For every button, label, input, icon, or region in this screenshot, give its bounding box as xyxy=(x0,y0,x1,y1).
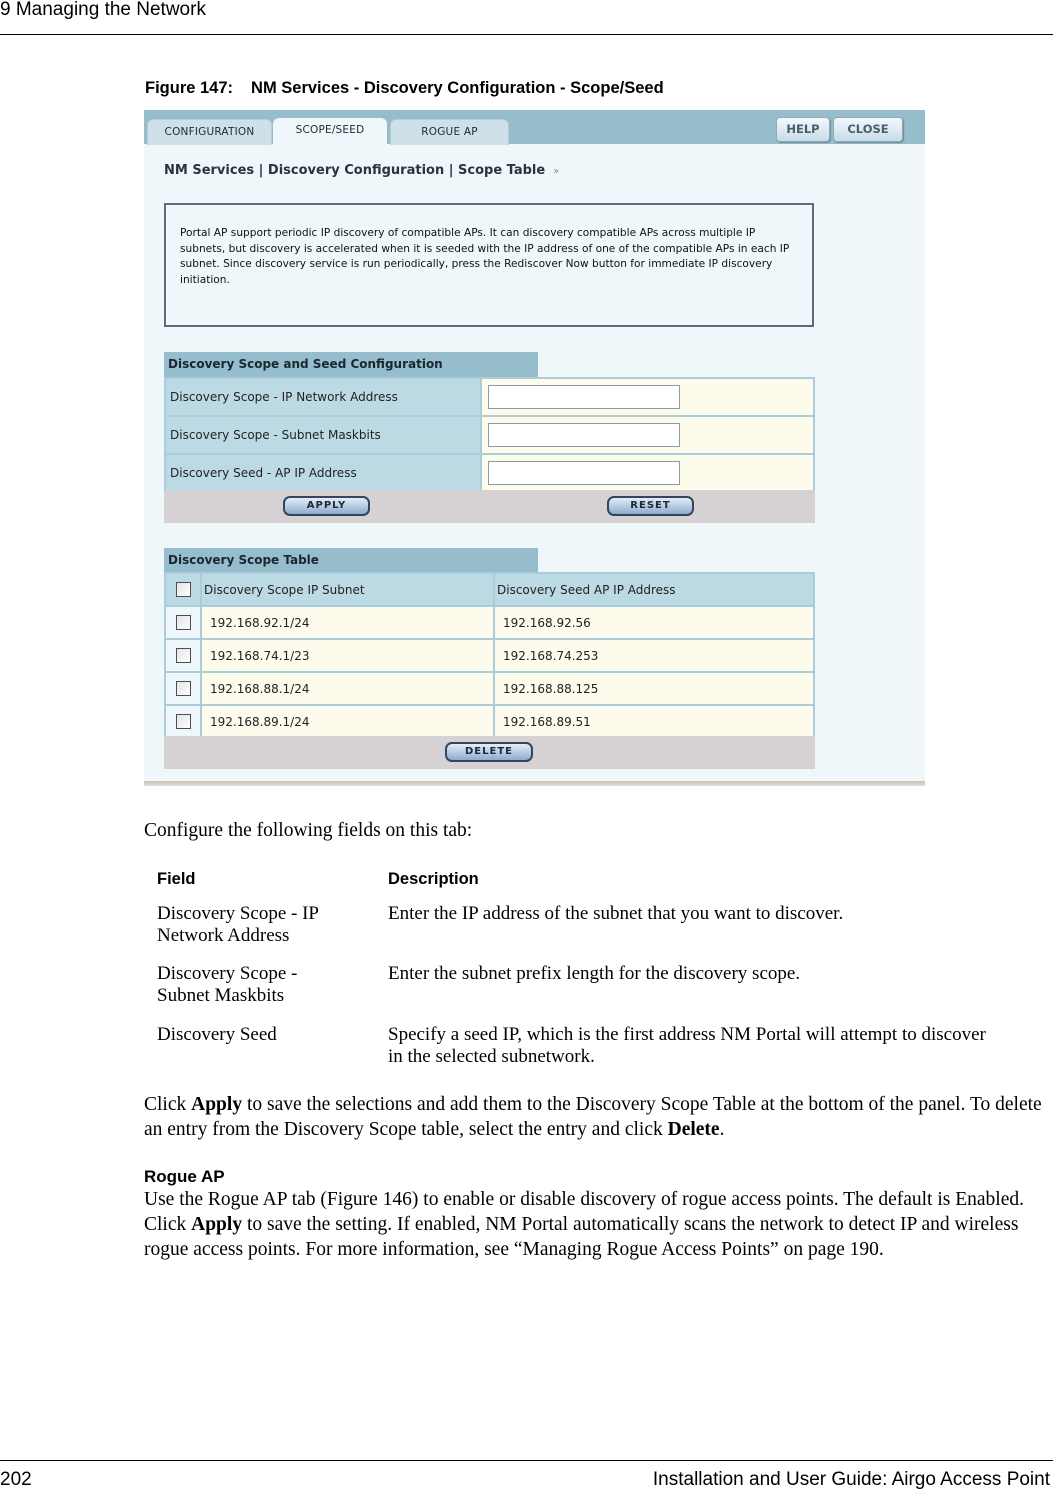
figure-title: NM Services - Discovery Configuration - … xyxy=(251,79,664,97)
table-row: 192.168.74.1/23 192.168.74.253 xyxy=(164,638,815,673)
footer-title: Installation and User Guide: Airgo Acces… xyxy=(652,1469,1050,1490)
page-number: 202 xyxy=(0,1469,32,1490)
table-header-row: Discovery Scope IP Subnet Discovery Seed… xyxy=(164,572,815,607)
field-description: Enter the IP address of the subnet that … xyxy=(388,903,844,924)
info-text: Portal AP support periodic IP discovery … xyxy=(180,227,790,286)
bold-apply: Apply xyxy=(191,1214,243,1235)
config-form: Discovery Scope - IP Network Address Dis… xyxy=(164,377,815,493)
column-header-subnet: Discovery Scope IP Subnet xyxy=(200,572,495,607)
field-name: Discovery Scope - Subnet Maskbits xyxy=(157,963,298,1006)
seed-cell: 192.168.92.56 xyxy=(493,605,815,640)
tab-scope-seed[interactable]: SCOPE/SEED xyxy=(273,118,387,144)
panel-bottom-edge xyxy=(144,781,925,786)
column-header-seed: Discovery Seed AP IP Address xyxy=(493,572,815,607)
footer-rule xyxy=(0,1460,1053,1461)
running-header: 9 Managing the Network xyxy=(0,0,206,20)
seed-ap-ip-input[interactable] xyxy=(488,461,680,485)
subnet-cell: 192.168.74.1/23 xyxy=(200,638,495,673)
scope-table: Discovery Scope IP Subnet Discovery Seed… xyxy=(164,572,815,739)
scope-table-title: Discovery Scope Table xyxy=(164,548,538,574)
field-description: Specify a seed IP, which is the first ad… xyxy=(388,1024,986,1067)
apply-button[interactable]: APPLY xyxy=(283,496,370,516)
help-button[interactable]: HELP xyxy=(776,117,830,142)
row-checkbox[interactable] xyxy=(175,681,191,696)
seed-cell: 192.168.89.51 xyxy=(493,704,815,739)
form-row-ip-network: Discovery Scope - IP Network Address xyxy=(164,377,815,417)
breadcrumb-text: NM Services | Discovery Configuration | … xyxy=(164,163,546,178)
subnet-cell: 192.168.92.1/24 xyxy=(200,605,495,640)
tab-bar: CONFIGURATION SCOPE/SEED ROGUE AP HELP C… xyxy=(144,110,925,145)
config-button-bar: APPLY RESET xyxy=(164,490,815,523)
header-rule xyxy=(0,34,1053,35)
text-run: . xyxy=(719,1119,725,1140)
seed-cell: 192.168.88.125 xyxy=(493,671,815,706)
table-row: 192.168.88.1/24 192.168.88.125 xyxy=(164,671,815,706)
form-row-maskbits: Discovery Scope - Subnet Maskbits xyxy=(164,415,815,455)
figure-number: Figure 147: xyxy=(145,79,234,97)
config-section-title: Discovery Scope and Seed Configuration xyxy=(164,352,538,378)
field-label: Discovery Seed - AP IP Address xyxy=(164,453,482,493)
field-name: Discovery Seed xyxy=(157,1024,277,1045)
rogue-ap-heading: Rogue AP xyxy=(144,1167,225,1186)
apply-delete-paragraph: Click Apply to save the selections and a… xyxy=(144,1092,1049,1142)
bold-delete: Delete xyxy=(667,1119,720,1140)
bold-apply: Apply xyxy=(191,1094,243,1115)
field-label: Discovery Scope - IP Network Address xyxy=(164,377,482,417)
description-header: Description xyxy=(388,870,479,888)
row-checkbox[interactable] xyxy=(175,714,191,729)
field-header: Field xyxy=(157,870,196,888)
field-description: Enter the subnet prefix length for the d… xyxy=(388,963,801,984)
subnet-maskbits-input[interactable] xyxy=(488,423,680,447)
field-name: Discovery Scope - IP Network Address xyxy=(157,903,319,946)
info-box: Portal AP support periodic IP discovery … xyxy=(164,203,814,327)
field-label: Discovery Scope - Subnet Maskbits xyxy=(164,415,482,455)
table-row: 192.168.89.1/24 192.168.89.51 xyxy=(164,704,815,739)
text-run: to save the setting. If enabled, NM Port… xyxy=(144,1214,1019,1260)
row-checkbox[interactable] xyxy=(175,615,191,630)
text-run: to save the selections and add them to t… xyxy=(144,1094,1042,1140)
intro-text: Configure the following fields on this t… xyxy=(144,820,473,841)
ip-network-address-input[interactable] xyxy=(488,385,680,409)
tab-configuration[interactable]: CONFIGURATION xyxy=(147,119,272,145)
table-row: 192.168.92.1/24 192.168.92.56 xyxy=(164,605,815,640)
seed-cell: 192.168.74.253 xyxy=(493,638,815,673)
screenshot-panel: CONFIGURATION SCOPE/SEED ROGUE AP HELP C… xyxy=(144,110,925,786)
double-chevron-icon: » xyxy=(553,166,560,177)
row-checkbox[interactable] xyxy=(175,648,191,663)
delete-button[interactable]: DELETE xyxy=(445,742,533,762)
select-all-checkbox[interactable] xyxy=(175,582,191,597)
rogue-ap-paragraph: Use the Rogue AP tab (Figure 146) to ena… xyxy=(144,1187,1049,1262)
close-button[interactable]: CLOSE xyxy=(833,117,903,142)
table-button-bar: DELETE xyxy=(164,736,815,769)
subnet-cell: 192.168.88.1/24 xyxy=(200,671,495,706)
figure-caption: Figure 147: NM Services - Discovery Confi… xyxy=(145,79,664,98)
tab-rogue-ap[interactable]: ROGUE AP xyxy=(390,119,509,145)
text-run: Click xyxy=(144,1094,192,1115)
subnet-cell: 192.168.89.1/24 xyxy=(200,704,495,739)
breadcrumb: NM Services | Discovery Configuration | … xyxy=(164,163,559,178)
form-row-seed: Discovery Seed - AP IP Address xyxy=(164,453,815,493)
reset-button[interactable]: RESET xyxy=(607,496,694,516)
